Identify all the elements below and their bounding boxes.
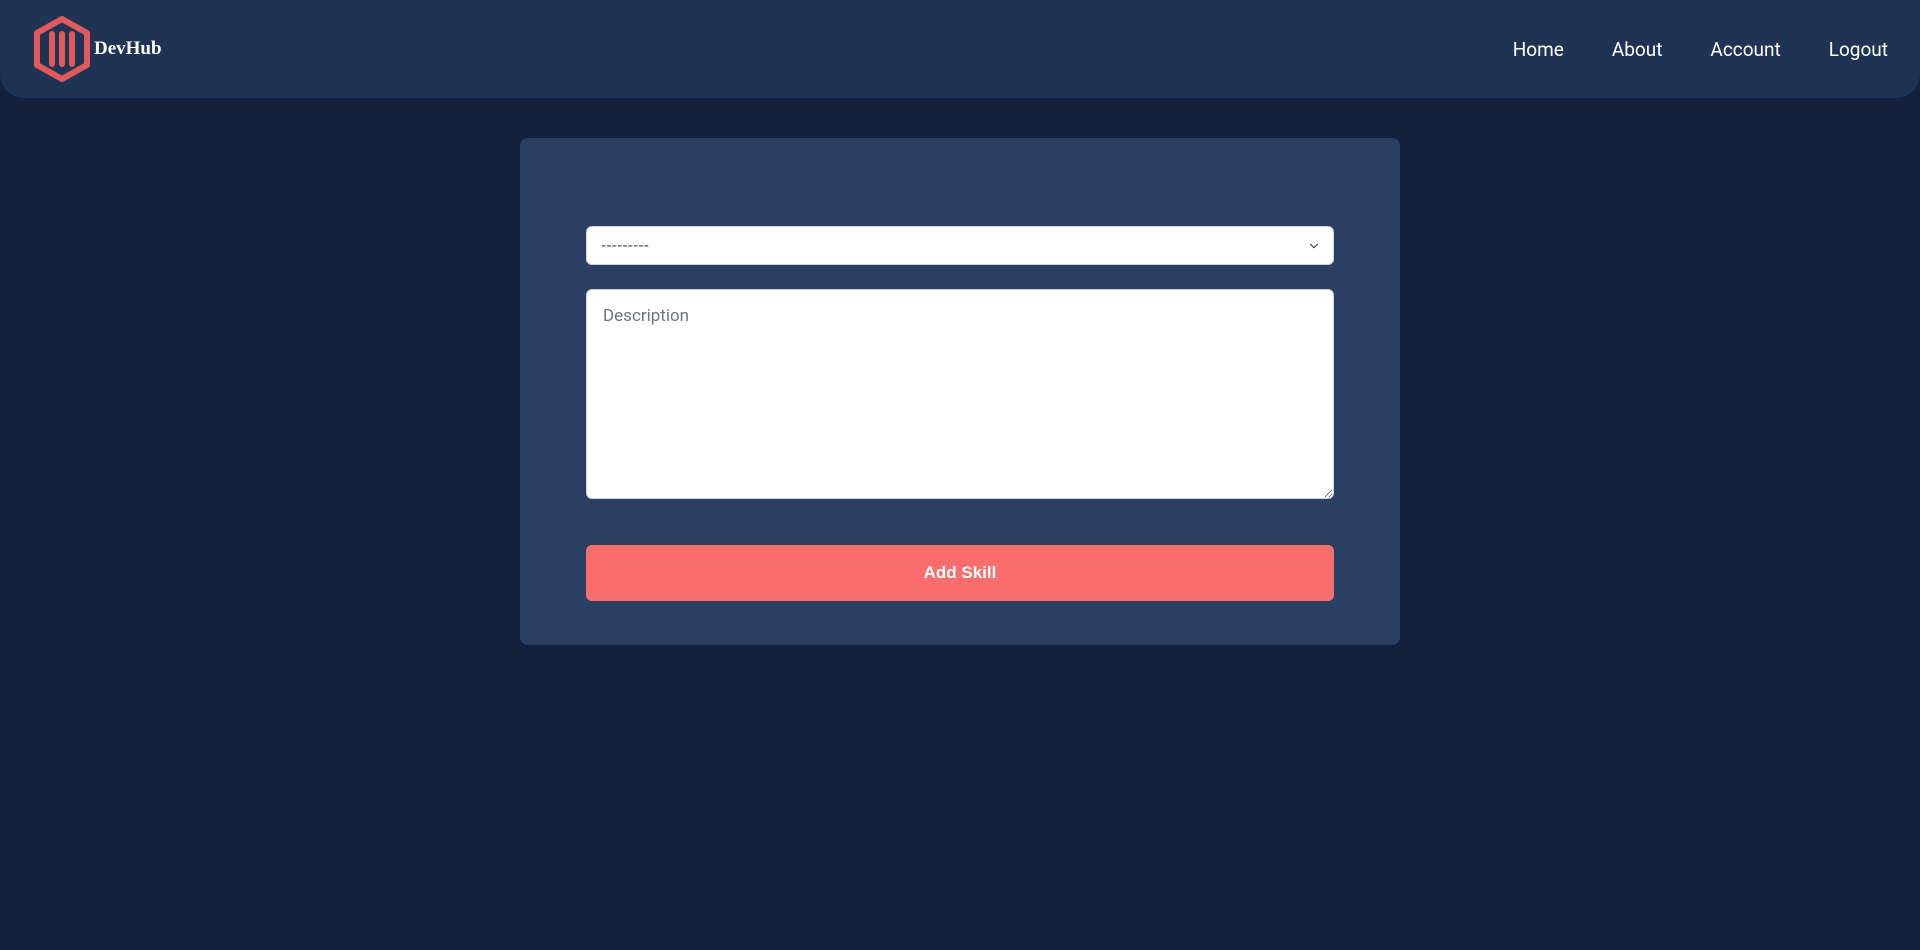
brand-name: DevHub [94,38,162,60]
add-skill-button[interactable]: Add Skill [586,545,1334,601]
main-container: --------- Add Skill [500,138,1420,645]
nav-logout[interactable]: Logout [1829,38,1888,61]
hexagon-logo-icon [32,16,92,82]
nav-links: Home About Account Logout [1513,38,1888,61]
skill-select[interactable]: --------- [586,226,1334,265]
add-skill-form: --------- Add Skill [586,226,1334,601]
navbar: DevHub Home About Account Logout [0,0,1920,98]
add-skill-form-card: --------- Add Skill [520,138,1400,645]
nav-about[interactable]: About [1612,38,1663,61]
nav-home[interactable]: Home [1513,38,1564,61]
description-textarea[interactable] [586,289,1334,499]
nav-account[interactable]: Account [1710,38,1780,61]
logo[interactable]: DevHub [32,16,162,82]
